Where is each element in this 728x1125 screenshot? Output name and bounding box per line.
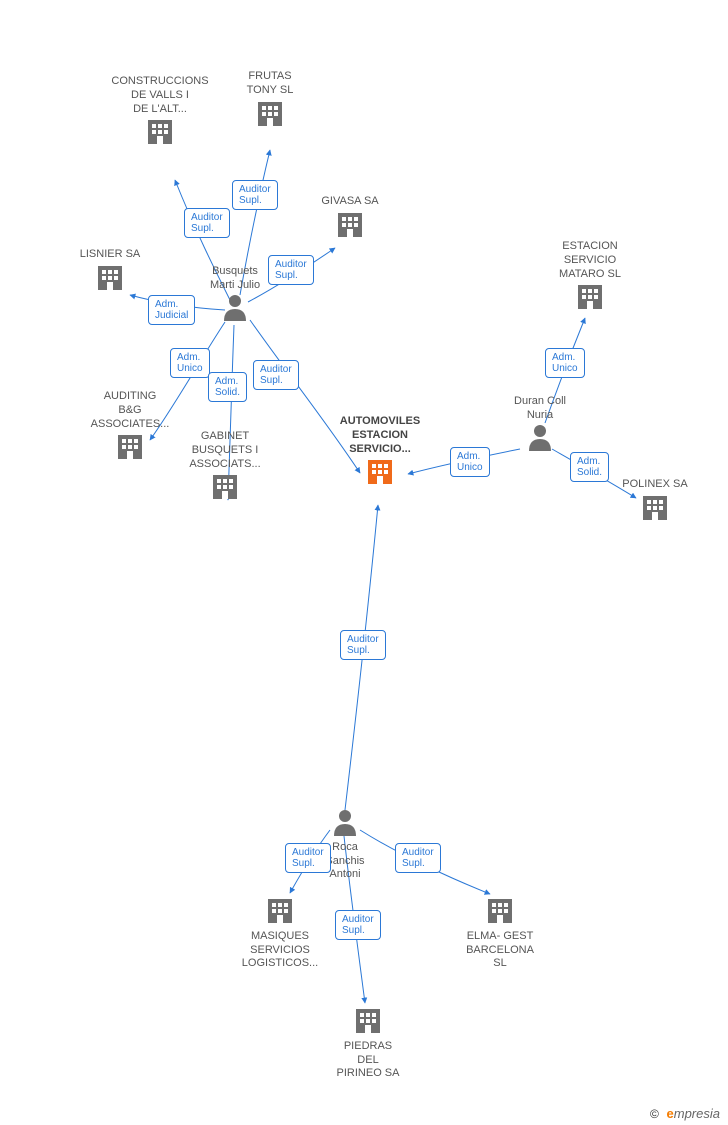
node-elma[interactable]: ELMA- GEST BARCELONA SL (440, 895, 560, 971)
diagram-canvas: CONSTRUCCIONS DE VALLS I DE L'ALT... FRU… (0, 0, 728, 1125)
duran-label: Duran Coll Nuria (480, 395, 600, 423)
building-icon (145, 116, 175, 146)
auditing-label: AUDITING B&G ASSOCIATES... (70, 390, 190, 431)
rel-busquets-auditing: Adm. Unico (170, 348, 210, 378)
elma-label: ELMA- GEST BARCELONA SL (440, 930, 560, 971)
building-icon (353, 1005, 383, 1035)
rel-roca-elma: Auditor Supl. (395, 843, 441, 873)
person-icon (527, 423, 553, 451)
brand-rest: mpresia (674, 1106, 720, 1121)
person-icon (222, 293, 248, 321)
building-icon (255, 98, 285, 128)
rel-busquets-givasa: Auditor Supl. (268, 255, 314, 285)
gabinet-label: GABINET BUSQUETS I ASSOCIATS... (165, 430, 285, 471)
masiques-label: MASIQUES SERVICIOS LOGISTICOS... (220, 930, 340, 971)
brand-e: e (667, 1106, 674, 1121)
piedras-label: PIEDRAS DEL PIRINEO SA (308, 1040, 428, 1081)
node-lisnier[interactable]: LISNIER SA (50, 248, 170, 297)
rel-busquets-lisnier: Adm. Judicial (148, 295, 195, 325)
polinex-label: POLINEX SA (595, 478, 715, 492)
building-icon (575, 281, 605, 311)
building-icon (640, 492, 670, 522)
building-icon (365, 456, 395, 486)
node-piedras[interactable]: PIEDRAS DEL PIRINEO SA (308, 1005, 428, 1081)
node-automoviles[interactable]: AUTOMOVILES ESTACION SERVICIO... (320, 415, 440, 491)
node-gabinet[interactable]: GABINET BUSQUETS I ASSOCIATS... (165, 430, 285, 506)
node-masiques[interactable]: MASIQUES SERVICIOS LOGISTICOS... (220, 895, 340, 971)
estacion-mataro-label: ESTACION SERVICIO MATARO SL (530, 240, 650, 281)
node-construccions[interactable]: CONSTRUCCIONS DE VALLS I DE L'ALT... (100, 75, 220, 151)
edges-layer (0, 0, 728, 1125)
lisnier-label: LISNIER SA (50, 248, 170, 262)
building-icon (210, 471, 240, 501)
building-icon (95, 262, 125, 292)
node-duran[interactable]: Duran Coll Nuria (480, 395, 600, 455)
rel-roca-masiques: Auditor Supl. (285, 843, 331, 873)
rel-roca-automoviles: Auditor Supl. (340, 630, 386, 660)
rel-duran-automoviles: Adm. Unico (450, 447, 490, 477)
node-frutas[interactable]: FRUTAS TONY SL (210, 70, 330, 132)
watermark: © empresia (650, 1106, 720, 1121)
person-icon (332, 808, 358, 836)
building-icon (265, 895, 295, 925)
rel-duran-mataro: Adm. Unico (545, 348, 585, 378)
construccions-label: CONSTRUCCIONS DE VALLS I DE L'ALT... (100, 75, 220, 116)
rel-duran-polinex: Adm. Solid. (570, 452, 609, 482)
rel-busquets-frutas: Auditor Supl. (232, 180, 278, 210)
node-estacion-mataro[interactable]: ESTACION SERVICIO MATARO SL (530, 240, 650, 316)
givasa-label: GIVASA SA (290, 195, 410, 209)
building-icon (485, 895, 515, 925)
copyright-symbol: © (650, 1107, 659, 1121)
node-givasa[interactable]: GIVASA SA (290, 195, 410, 244)
node-polinex[interactable]: POLINEX SA (595, 478, 715, 527)
rel-roca-piedras: Auditor Supl. (335, 910, 381, 940)
building-icon (115, 431, 145, 461)
rel-busquets-construccions: Auditor Supl. (184, 208, 230, 238)
building-icon (335, 209, 365, 239)
rel-busquets-automoviles: Auditor Supl. (253, 360, 299, 390)
automoviles-label: AUTOMOVILES ESTACION SERVICIO... (320, 415, 440, 456)
frutas-label: FRUTAS TONY SL (210, 70, 330, 98)
rel-busquets-gabinet: Adm. Solid. (208, 372, 247, 402)
